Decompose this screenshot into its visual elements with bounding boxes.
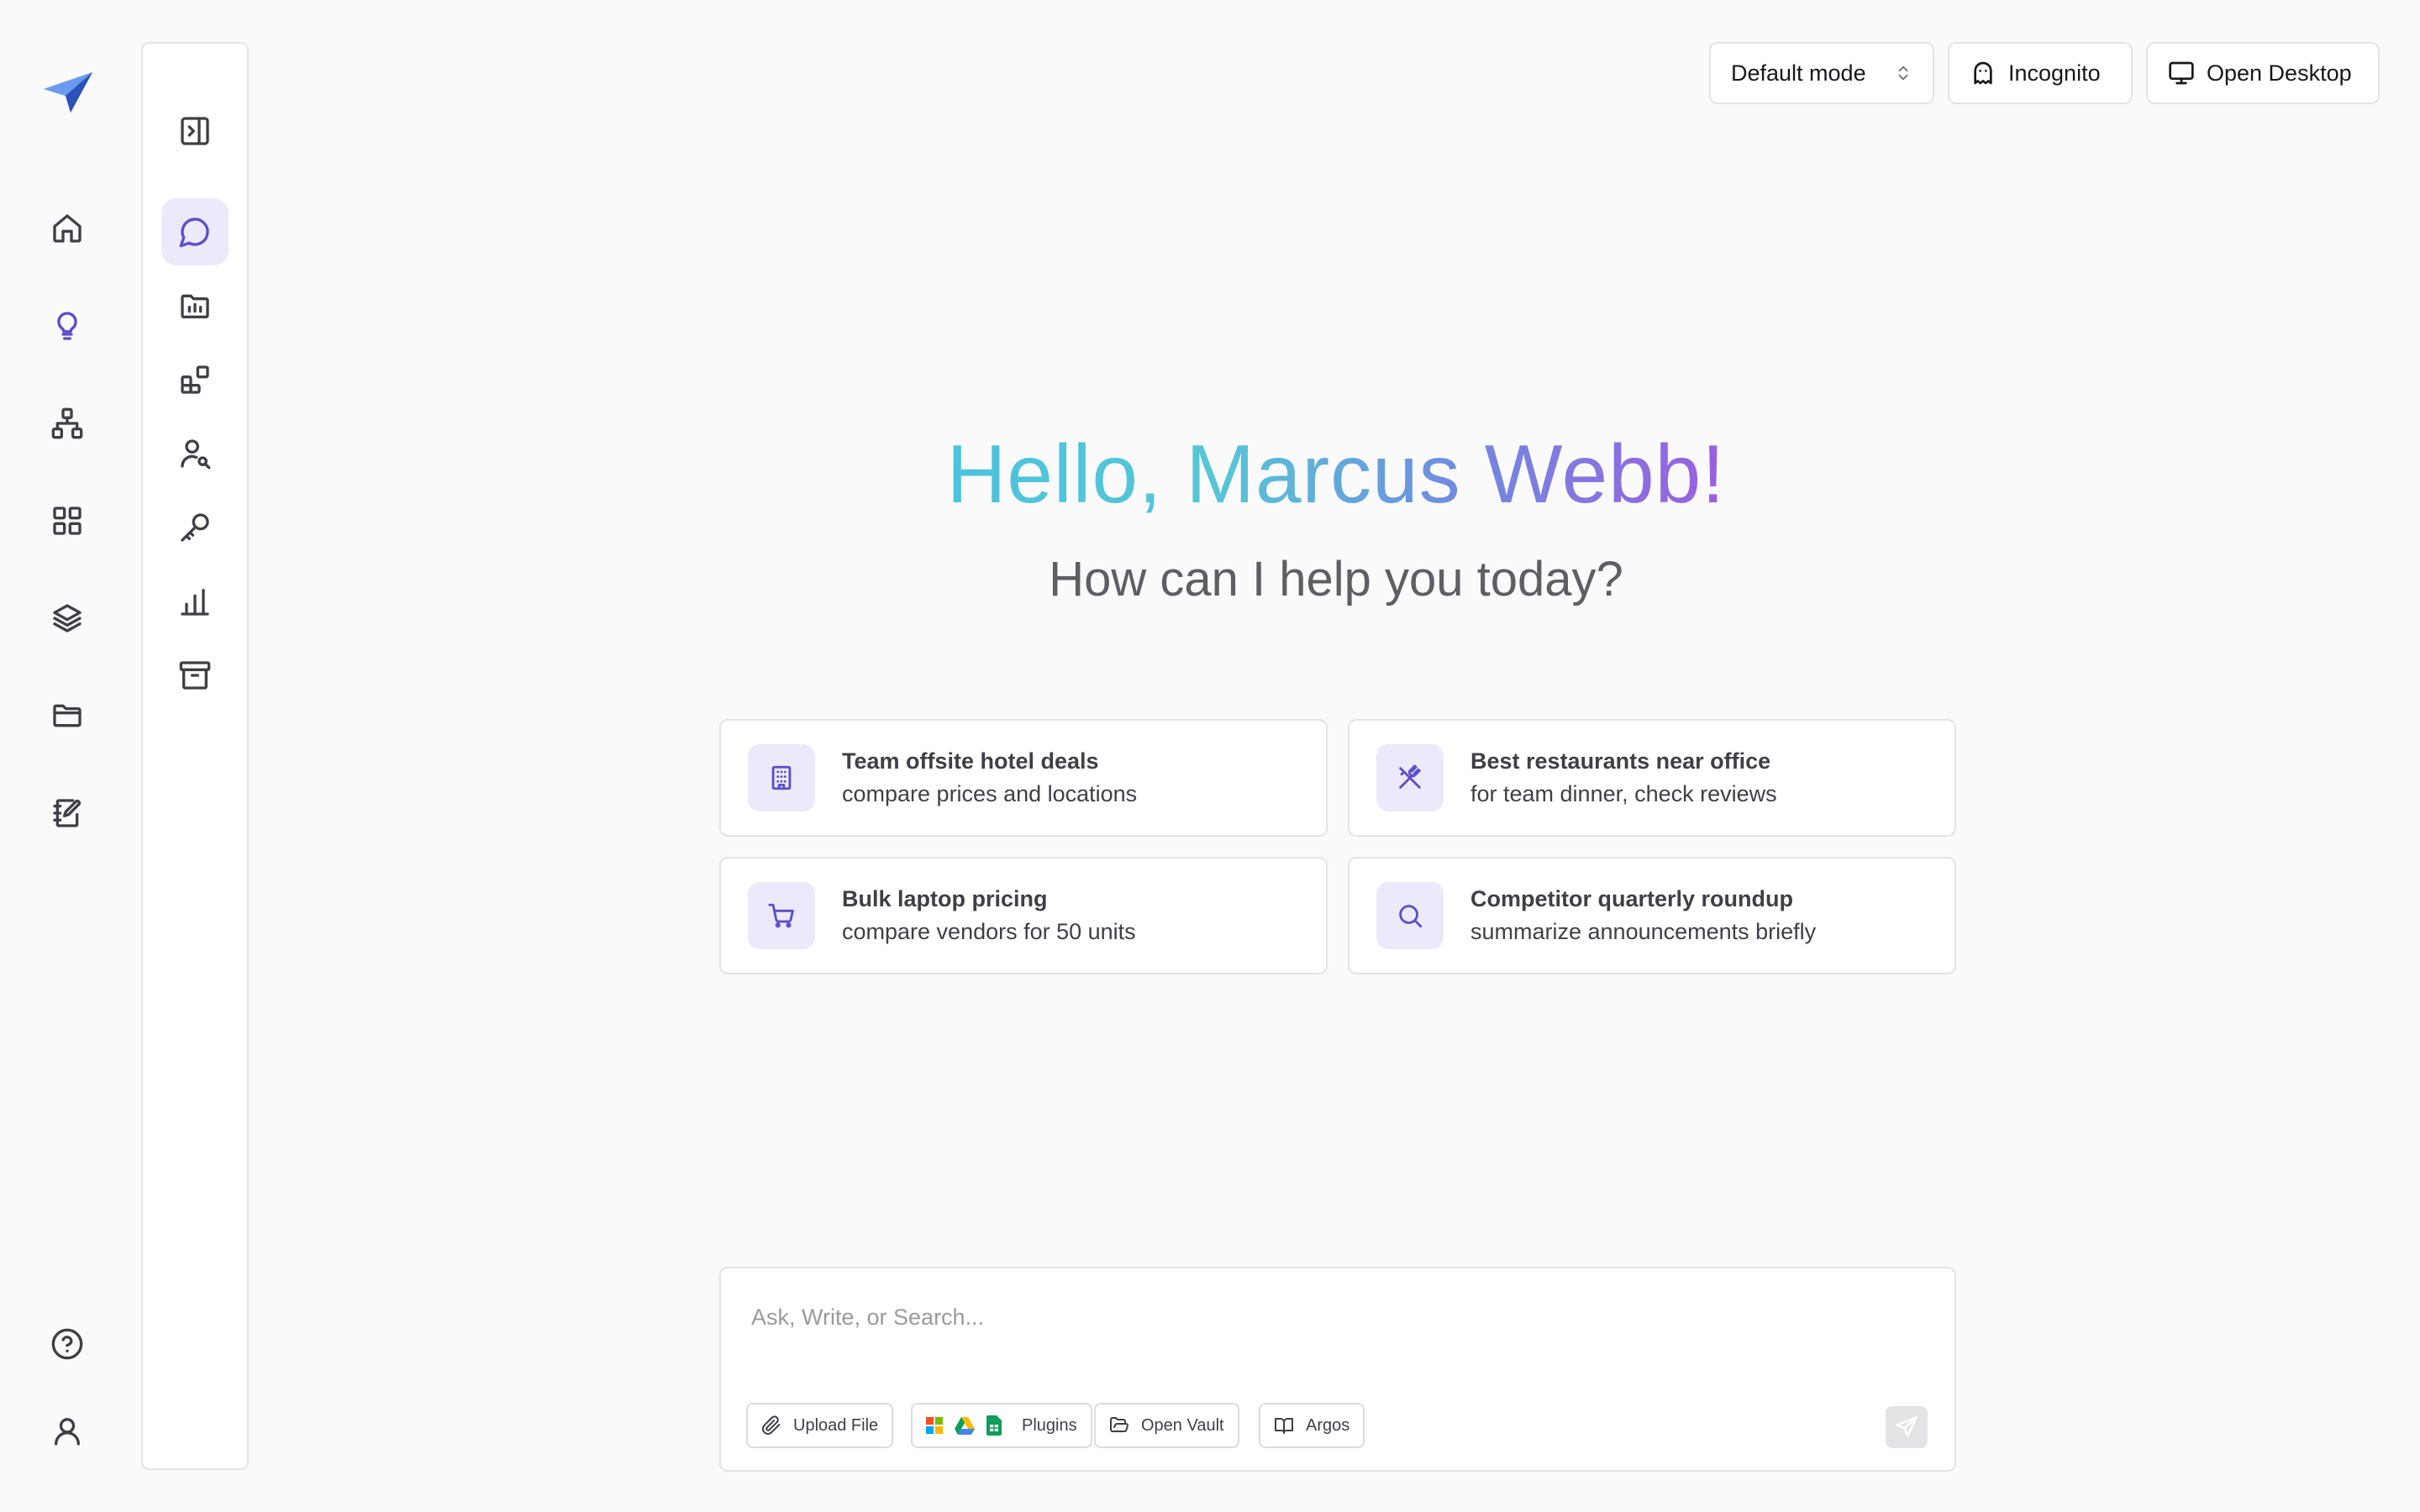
search-icon <box>1399 905 1423 928</box>
upload-file-label: Upload File <box>793 1415 879 1435</box>
panel-toggle-button[interactable] <box>161 97 229 165</box>
suggestion-title: Team offsite hotel deals <box>842 748 1099 774</box>
rail-profile-button[interactable] <box>42 1406 92 1457</box>
send-button[interactable] <box>1886 1406 1928 1448</box>
mode-select-label: Default mode <box>1731 60 1866 86</box>
composer: Upload File Plugins Open Vault <box>719 1267 1956 1472</box>
plugins-label: Plugins <box>1022 1415 1077 1435</box>
suggestion-title: Best restaurants near office <box>1470 748 1771 774</box>
key-icon <box>181 513 209 542</box>
greeting-subtitle: How can I help you today? <box>1049 552 1623 606</box>
suggestion-subtitle: for team dinner, check reviews <box>1470 781 1777 806</box>
suggestion-icon-wrap <box>1376 882 1444 949</box>
left-rail <box>0 0 134 1512</box>
building-icon <box>771 765 792 790</box>
rail-layers-button[interactable] <box>42 593 92 643</box>
suggestion-card-laptops[interactable]: Bulk laptop pricing compare vendors for … <box>719 857 1328 974</box>
panel-archive-button[interactable] <box>161 642 229 709</box>
rail-ideas-button[interactable] <box>42 301 92 351</box>
folder-icon <box>53 704 82 727</box>
panel-collapse-icon <box>181 117 209 145</box>
rail-files-button[interactable] <box>42 690 92 741</box>
folder-chart-icon <box>181 294 209 318</box>
suggestion-icon-wrap <box>748 744 815 811</box>
panel-chat-button[interactable] <box>161 198 229 265</box>
open-desktop-label: Open Desktop <box>2207 60 2352 86</box>
panel-analytics-button[interactable] <box>161 568 229 635</box>
argos-label: Argos <box>1306 1415 1350 1435</box>
user-icon <box>55 1418 81 1446</box>
paper-plane-logo[interactable] <box>42 71 94 114</box>
notebook-edit-icon <box>53 799 82 827</box>
suggestion-title: Competitor quarterly roundup <box>1470 886 1793 911</box>
monitor-icon <box>2169 61 2194 85</box>
google-drive-icon <box>955 1417 975 1435</box>
user-search-icon <box>181 439 211 470</box>
rail-home-button[interactable] <box>42 203 92 254</box>
argos-button[interactable]: Argos <box>1259 1403 1365 1448</box>
panel-projects-button[interactable] <box>161 272 229 339</box>
cart-icon <box>768 903 794 928</box>
microsoft-icon <box>926 1417 943 1434</box>
rail-workflows-button[interactable] <box>42 398 92 449</box>
ghost-icon <box>1974 61 1992 85</box>
book-open-icon <box>1275 1418 1293 1434</box>
incognito-button[interactable]: Incognito <box>1948 42 2133 104</box>
plugins-button[interactable]: Plugins <box>911 1403 1092 1448</box>
suggestion-title: Bulk laptop pricing <box>842 886 1048 911</box>
open-vault-button[interactable]: Open Vault <box>1094 1403 1239 1448</box>
rail-apps-button[interactable] <box>42 496 92 546</box>
lightbulb-icon <box>57 312 77 340</box>
incognito-label: Incognito <box>2008 60 2101 86</box>
chat-bubble-icon <box>179 218 209 248</box>
hierarchy-icon <box>51 407 83 439</box>
mode-select[interactable]: Default mode <box>1709 42 1934 104</box>
panel-people-search-button[interactable] <box>161 420 229 487</box>
google-sheets-icon <box>986 1415 1002 1436</box>
suggestion-card-hotel[interactable]: Team offsite hotel deals compare prices … <box>719 719 1328 837</box>
suggestion-card-restaurants[interactable]: Best restaurants near office for team di… <box>1348 719 1956 837</box>
widgets-icon <box>181 365 209 394</box>
rail-notes-button[interactable] <box>42 788 92 838</box>
suggestion-subtitle: compare prices and locations <box>842 781 1138 806</box>
utensils-icon <box>1399 764 1421 789</box>
suggestion-icon-wrap <box>748 882 815 949</box>
suggestion-card-competitor[interactable]: Competitor quarterly roundup summarize a… <box>1348 857 1956 974</box>
panel-keys-button[interactable] <box>161 494 229 561</box>
archive-icon <box>179 661 211 690</box>
layers-icon <box>53 604 82 633</box>
help-circle-icon <box>51 1328 83 1360</box>
grid-icon <box>53 507 82 535</box>
home-icon <box>53 214 82 243</box>
upload-file-button[interactable]: Upload File <box>746 1403 894 1448</box>
greeting-heading: Hello, Marcus Webb! <box>946 428 1726 520</box>
open-desktop-button[interactable]: Open Desktop <box>2146 42 2380 104</box>
suggestion-icon-wrap <box>1376 744 1444 811</box>
rail-help-button[interactable] <box>42 1319 92 1369</box>
prompt-input[interactable] <box>751 1299 1911 1336</box>
open-vault-label: Open Vault <box>1141 1415 1224 1435</box>
send-icon <box>1896 1416 1918 1437</box>
folder-open-icon <box>1110 1417 1128 1432</box>
bar-chart-icon <box>181 589 209 616</box>
paperclip-icon <box>762 1415 781 1435</box>
suggestion-subtitle: compare vendors for 50 units <box>842 919 1136 944</box>
suggestion-subtitle: summarize announcements briefly <box>1470 919 1817 944</box>
chevron-up-down-icon <box>1898 66 1908 81</box>
panel-widgets-button[interactable] <box>161 346 229 413</box>
secondary-panel <box>141 42 249 1470</box>
